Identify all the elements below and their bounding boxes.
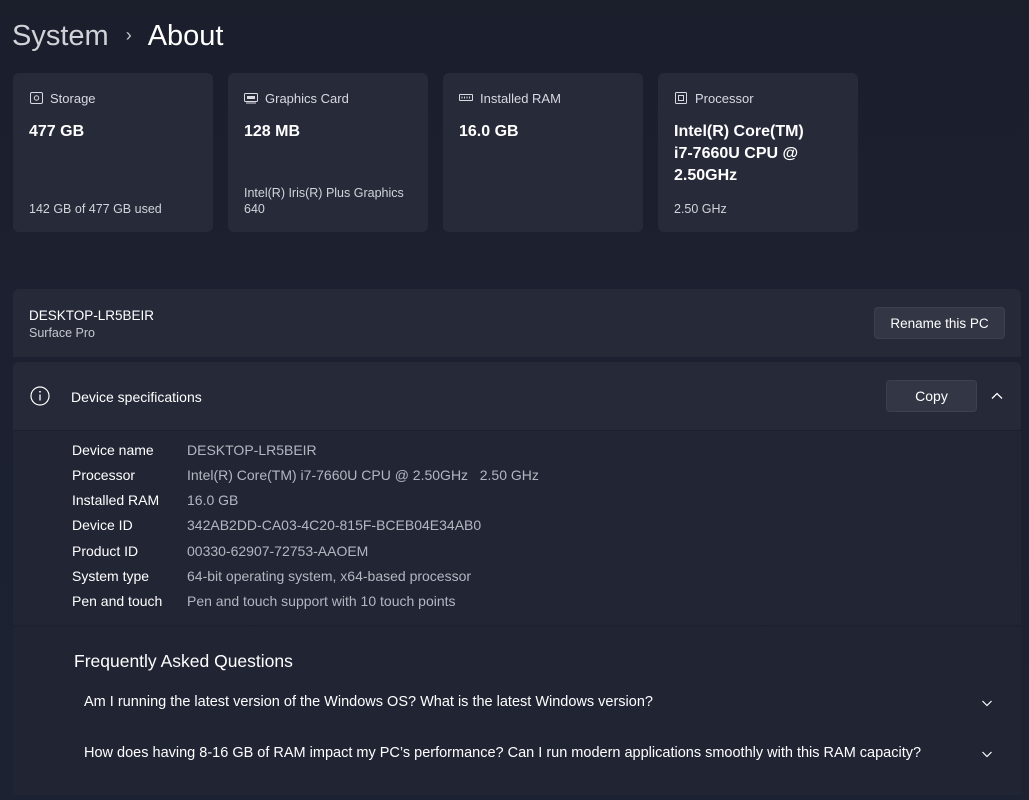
faq-question: How does having 8-16 GB of RAM impact my…: [84, 745, 922, 761]
graphics-card-value: 128 MB: [244, 123, 301, 140]
faq-section: Frequently Asked Questions Am I running …: [13, 627, 1021, 795]
graphics-card-icon: [244, 92, 258, 104]
graphics-card: Graphics Card 128 MB Intel(R) Iris(R) Pl…: [228, 73, 428, 232]
chevron-down-icon[interactable]: [981, 696, 993, 708]
processor-icon: [674, 92, 688, 104]
processor-card-value: Intel(R) Core(TM) i7-7660U CPU @ 2.50GHz: [674, 123, 804, 184]
breadcrumb-system-link[interactable]: System: [12, 20, 109, 53]
chevron-up-icon[interactable]: [990, 389, 1004, 403]
spec-value: 00330-62907-72753-AAOEM: [187, 543, 369, 559]
storage-card-value: 477 GB: [29, 123, 85, 140]
faq-item[interactable]: Am I running the latest version of the W…: [84, 691, 1004, 713]
pc-name-row: DESKTOP-LR5BEIR Surface Pro Rename this …: [13, 289, 1021, 357]
spec-row-installed-ram: Installed RAM 16.0 GB: [72, 492, 238, 508]
storage-card-sub: 142 GB of 477 GB used: [29, 202, 162, 216]
spec-label: Product ID: [72, 543, 139, 559]
spec-value: Intel(R) Core(TM) i7-7660U CPU @ 2.50GHz…: [187, 467, 539, 483]
spec-label: Device name: [72, 442, 154, 458]
device-specifications-body: Device name DESKTOP-LR5BEIR Processor In…: [13, 431, 1021, 625]
chevron-down-icon[interactable]: [981, 747, 993, 759]
info-icon: [30, 386, 50, 406]
page-title: About: [147, 19, 224, 52]
spec-label: Processor: [72, 467, 136, 483]
rename-pc-button[interactable]: Rename this PC: [874, 307, 1005, 339]
device-specifications-title: Device specifications: [71, 389, 202, 405]
processor-card-label: Processor: [695, 90, 754, 106]
copy-button[interactable]: Copy: [886, 380, 977, 412]
spec-value: 342AB2DD-CA03-4C20-815F-BCEB04E34AB0: [187, 517, 482, 533]
breadcrumb: System › About: [12, 16, 223, 56]
spec-label: System type: [72, 568, 150, 584]
graphics-card-sub: Intel(R) Iris(R) Plus Graphics 640: [244, 186, 404, 216]
storage-card-label: Storage: [50, 90, 96, 106]
faq-title: Frequently Asked Questions: [74, 651, 293, 671]
spec-label: Device ID: [72, 517, 133, 533]
spec-label: Pen and touch: [72, 593, 163, 609]
spec-row-device-id: Device ID 342AB2DD-CA03-4C20-815F-BCEB04…: [72, 517, 481, 533]
processor-card-sub: 2.50 GHz: [674, 202, 727, 216]
ram-card-value: 16.0 GB: [459, 123, 519, 140]
chevron-right-icon: ›: [125, 24, 132, 45]
pc-name: DESKTOP-LR5BEIR: [29, 308, 155, 323]
ram-card: Installed RAM 16.0 GB: [443, 73, 643, 232]
pc-model: Surface Pro: [29, 326, 96, 340]
spec-value: 16.0 GB: [187, 492, 239, 508]
spec-row-pen-and-touch: Pen and touch Pen and touch support with…: [72, 593, 456, 609]
spec-label: Installed RAM: [72, 492, 160, 508]
graphics-card-label: Graphics Card: [265, 90, 349, 106]
faq-item[interactable]: How does having 8-16 GB of RAM impact my…: [84, 742, 1004, 764]
spec-row-device-name: Device name DESKTOP-LR5BEIR: [72, 442, 317, 458]
device-specifications-header[interactable]: Device specifications Copy: [13, 362, 1021, 430]
spec-value: 64-bit operating system, x64-based proce…: [187, 568, 472, 584]
summary-cards: Storage 477 GB 142 GB of 477 GB used Gra…: [13, 73, 858, 232]
faq-question: Am I running the latest version of the W…: [84, 694, 653, 710]
storage-card: Storage 477 GB 142 GB of 477 GB used: [13, 73, 213, 232]
spec-value: DESKTOP-LR5BEIR: [187, 442, 317, 458]
spec-row-system-type: System type 64-bit operating system, x64…: [72, 568, 471, 584]
storage-icon: [29, 92, 43, 104]
spec-row-product-id: Product ID 00330-62907-72753-AAOEM: [72, 543, 368, 559]
ram-icon: [459, 92, 473, 104]
processor-card: Processor Intel(R) Core(TM) i7-7660U CPU…: [658, 73, 858, 232]
spec-row-processor: Processor Intel(R) Core(TM) i7-7660U CPU…: [72, 467, 539, 483]
spec-value: Pen and touch support with 10 touch poin…: [187, 593, 456, 609]
ram-card-label: Installed RAM: [480, 90, 561, 106]
